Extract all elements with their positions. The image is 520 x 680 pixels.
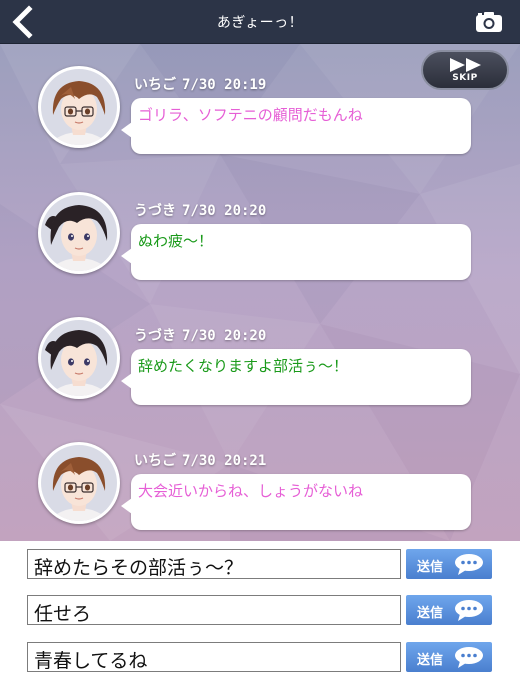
speech-bubble-icon xyxy=(455,554,483,575)
send-button[interactable]: 送信 xyxy=(406,595,492,625)
chat-area[interactable]: SKIP いちご 7/30 20:19 ゴリラ、ソフテニの顧問だもんね うづき … xyxy=(0,44,520,541)
speech-bubble-icon xyxy=(455,647,483,668)
reply-choice[interactable]: 任せろ xyxy=(27,595,401,625)
message-bubble: ゴリラ、ソフテニの顧問だもんね xyxy=(121,98,471,154)
message-header: うづき 7/30 20:20 xyxy=(134,200,266,220)
send-label: 送信 xyxy=(417,606,444,621)
avatar xyxy=(38,192,120,274)
ichigo-avatar xyxy=(41,69,117,145)
avatar xyxy=(38,66,120,148)
speech-bubble-icon xyxy=(455,600,483,621)
bubble-tail xyxy=(121,373,132,389)
chat-message: うづき 7/30 20:20 ぬわ疲～！ xyxy=(0,170,520,280)
reply-option: 任せろ 送信 xyxy=(0,595,520,629)
send-button[interactable]: 送信 xyxy=(406,549,492,579)
chat-message: いちご 7/30 20:19 ゴリラ、ソフテニの顧問だもんね xyxy=(0,44,520,154)
message-timestamp: 7/30 20:19 xyxy=(182,77,267,93)
message-header: いちご 7/30 20:21 xyxy=(134,450,266,470)
message-bubble: 大会近いからね、しょうがないね xyxy=(121,474,471,530)
sender-name: うづき xyxy=(134,328,176,344)
send-label: 送信 xyxy=(417,653,444,668)
reply-choice[interactable]: 青春してるね xyxy=(27,642,401,672)
header-bar: あぎょーっ！ xyxy=(0,0,520,44)
uzuki-avatar xyxy=(41,195,117,271)
page-title: あぎょーっ！ xyxy=(216,15,304,31)
reply-text: 青春してるね xyxy=(34,650,148,672)
bubble-tail xyxy=(121,248,132,264)
ichigo-avatar xyxy=(41,445,117,521)
camera-icon xyxy=(476,12,502,32)
reply-text: 辞めたらその部活ぅ～？ xyxy=(34,557,244,579)
message-text: 辞めたくなりますよ部活ぅ～！ xyxy=(138,357,349,375)
send-button[interactable]: 送信 xyxy=(406,642,492,672)
chat-message: いちご 7/30 20:21 大会近いからね、しょうがないね xyxy=(0,420,520,530)
message-header: いちご 7/30 20:19 xyxy=(134,74,266,94)
reply-text: 任せろ xyxy=(34,603,92,625)
message-bubble: ぬわ疲～！ xyxy=(121,224,471,280)
message-text: ゴリラ、ソフテニの顧問だもんね xyxy=(138,106,363,124)
avatar xyxy=(38,442,120,524)
chat-message: うづき 7/30 20:20 辞めたくなりますよ部活ぅ～！ xyxy=(0,295,520,405)
bubble-tail xyxy=(121,498,132,514)
uzuki-avatar xyxy=(41,320,117,396)
sender-name: いちご xyxy=(134,77,176,93)
reply-option: 辞めたらその部活ぅ～？ 送信 xyxy=(0,549,520,583)
avatar xyxy=(38,317,120,399)
camera-button[interactable] xyxy=(474,10,504,34)
message-header: うづき 7/30 20:20 xyxy=(134,325,266,345)
send-label: 送信 xyxy=(417,560,444,575)
message-text: ぬわ疲～！ xyxy=(138,232,214,250)
sender-name: うづき xyxy=(134,203,176,219)
reply-option: 青春してるね 送信 xyxy=(0,642,520,676)
sender-name: いちご xyxy=(134,453,176,469)
message-text: 大会近いからね、しょうがないね xyxy=(138,482,364,500)
message-timestamp: 7/30 20:20 xyxy=(182,328,267,344)
reply-options: 辞めたらその部活ぅ～？ 送信 任せろ 送信 青春してるね 送信 xyxy=(0,541,520,680)
reply-choice[interactable]: 辞めたらその部活ぅ～？ xyxy=(27,549,401,579)
message-bubble: 辞めたくなりますよ部活ぅ～！ xyxy=(121,349,471,405)
message-timestamp: 7/30 20:21 xyxy=(182,453,267,469)
message-timestamp: 7/30 20:20 xyxy=(182,203,267,219)
bubble-tail xyxy=(121,122,132,138)
